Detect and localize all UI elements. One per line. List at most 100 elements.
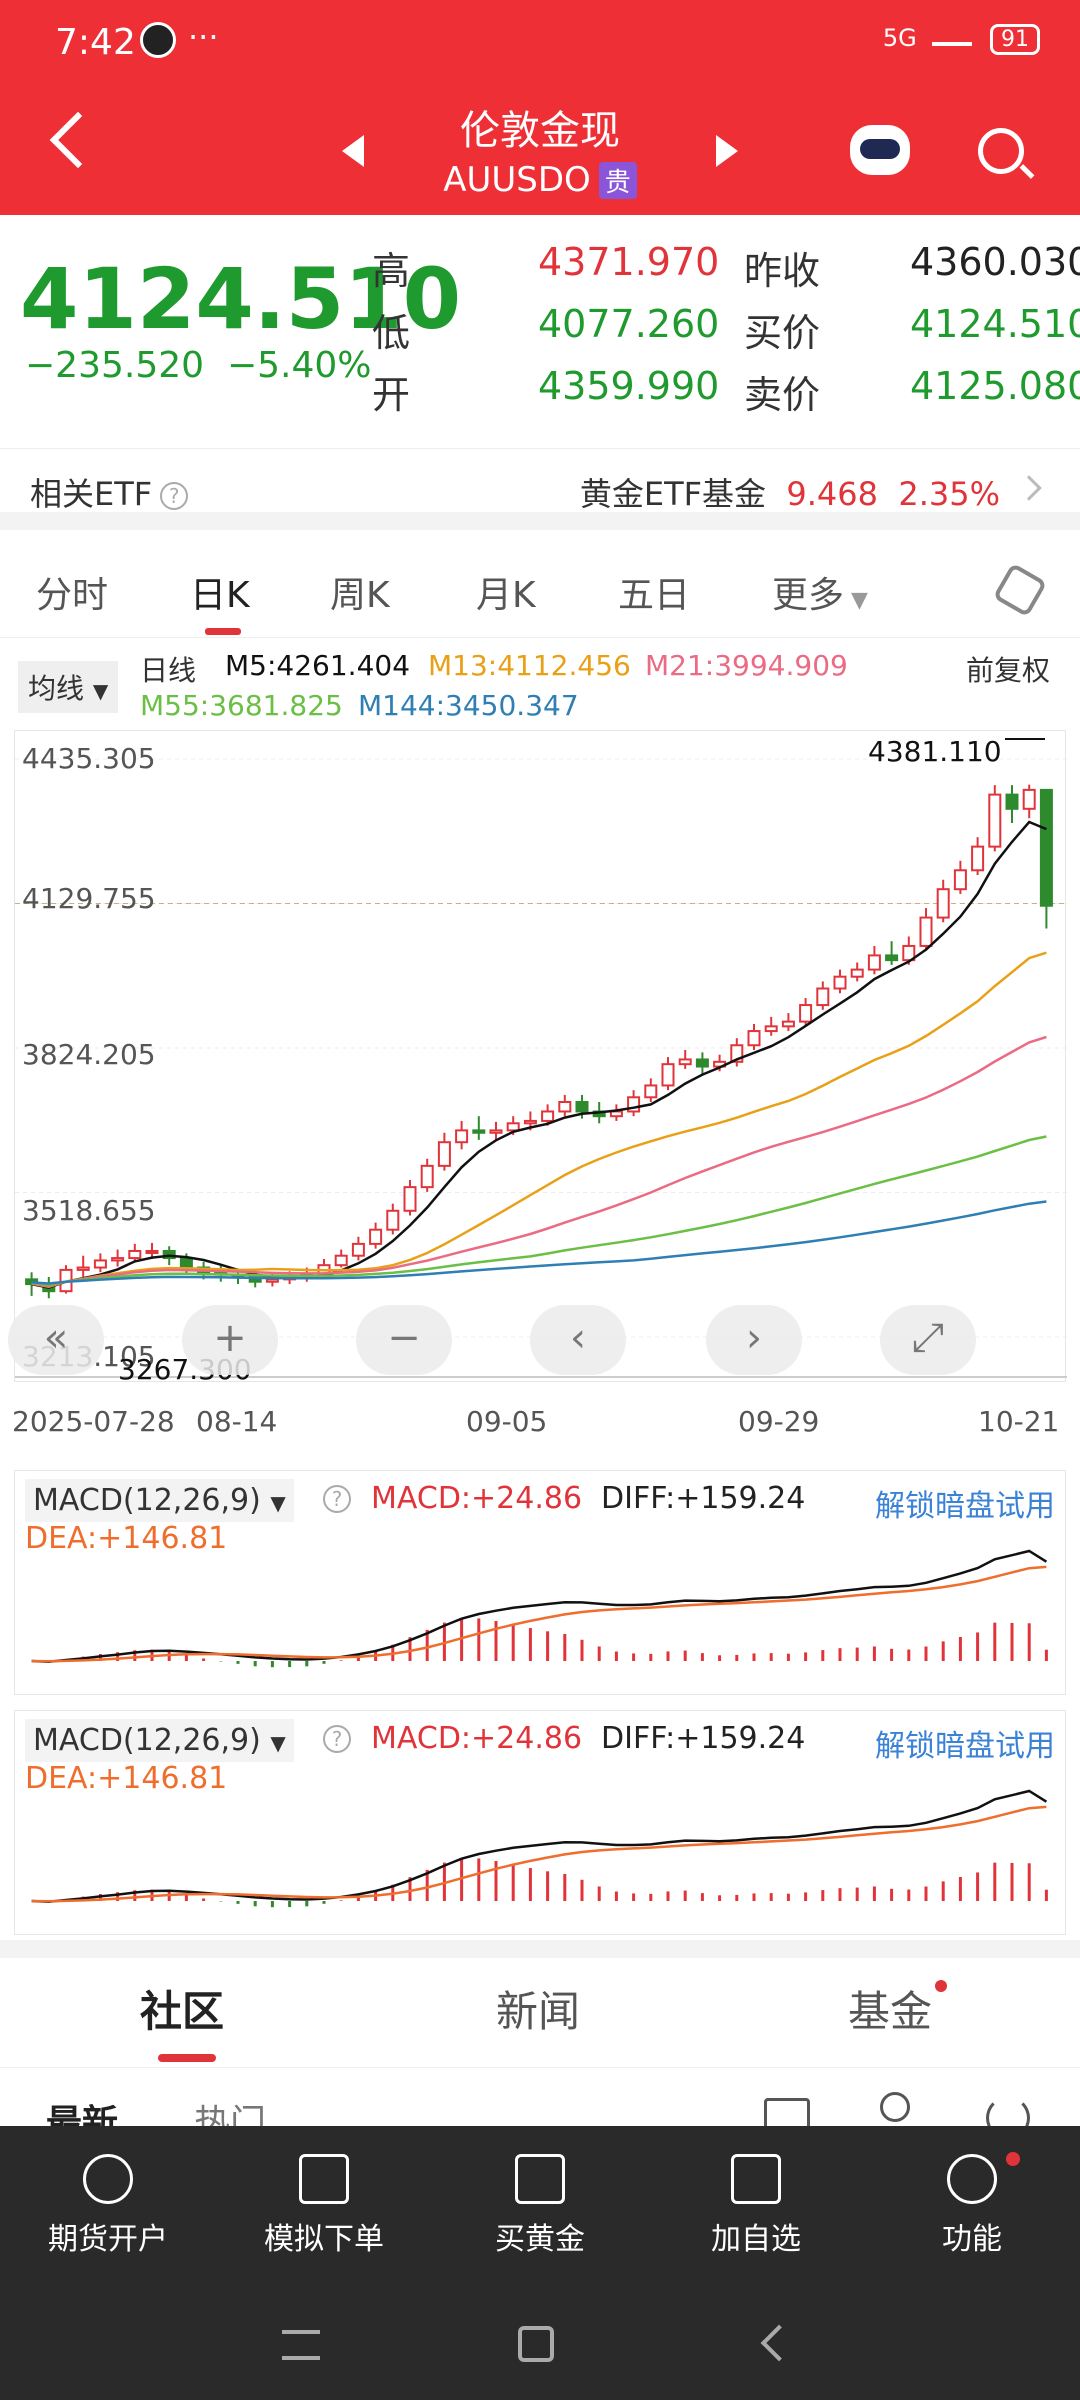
quote-label: 高 <box>372 249 411 293</box>
kline-chart[interactable] <box>14 730 1067 1382</box>
nav-label: 加自选 <box>711 2222 801 2257</box>
clock-icon <box>140 22 176 58</box>
candle <box>867 954 881 971</box>
x-label-3: 09-05 <box>466 1405 548 1438</box>
tab-monthly-k[interactable]: 月K <box>476 566 536 618</box>
candle <box>145 1249 159 1254</box>
status-time: 7:42 <box>55 22 136 63</box>
search-icon[interactable] <box>978 128 1024 174</box>
candle <box>678 1058 692 1066</box>
fullscreen-button[interactable]: ⤢ <box>880 1305 976 1375</box>
nav-label: 买黄金 <box>495 2222 585 2257</box>
nav-label: 功能 <box>942 2222 1002 2257</box>
candle <box>489 1129 503 1134</box>
status-more: ··· <box>188 18 219 56</box>
y-label-2: 4129.755 <box>22 882 156 915</box>
quote-label: 开 <box>372 373 411 417</box>
nav-buy-gold[interactable]: 买黄金 <box>460 2154 620 2258</box>
nav-sim-order[interactable]: 模拟下单 <box>244 2154 404 2258</box>
high-label: 4381.110 <box>868 735 1002 768</box>
refresh-icon[interactable] <box>986 2096 1030 2126</box>
ma-m144: M144:3450.347 <box>358 689 579 722</box>
candle <box>953 869 967 891</box>
ma-line-21 <box>31 1035 1047 1288</box>
candle <box>523 1119 537 1125</box>
macd-svg <box>31 1789 1048 1908</box>
tab-five-day[interactable]: 五日 <box>618 566 690 618</box>
candle <box>764 1025 778 1033</box>
candle <box>420 1164 434 1189</box>
section-divider <box>0 1940 1080 1958</box>
zoom-out-button[interactable]: − <box>356 1305 452 1375</box>
quote-value: 4077.260 <box>538 302 720 346</box>
instrument-title: 伦敦金现 <box>460 108 620 154</box>
ma-kind: 日线 <box>140 654 197 687</box>
system-nav-bar <box>0 2286 1080 2400</box>
quote-value: 4360.030 <box>910 240 1080 284</box>
change-value: −235.520 <box>25 345 205 386</box>
tab-daily-k[interactable]: 日K <box>190 566 250 618</box>
subtab-hot[interactable]: 热门 <box>194 2094 266 2126</box>
candle <box>369 1228 383 1245</box>
chevron-right-icon[interactable] <box>1016 475 1042 501</box>
candle <box>128 1249 142 1260</box>
x-label-4: 09-29 <box>738 1405 820 1438</box>
adjust-mode[interactable]: 前复权 <box>966 649 1050 689</box>
nav-futures-account[interactable]: 期货开户 <box>28 2154 188 2258</box>
ma-line-5 <box>31 820 1047 1289</box>
candle <box>971 845 985 872</box>
etf-pct: 2.35% <box>898 475 1000 513</box>
tab-weekly-k[interactable]: 周K <box>330 566 390 618</box>
assistant-robot-icon[interactable] <box>850 125 910 175</box>
menu-circle-icon <box>947 2154 997 2204</box>
macd-panel-1[interactable]: MACD(12,26,9) ▼ ? MACD:+24.86 DIFF:+159.… <box>14 1470 1066 1695</box>
tab-underline <box>205 628 241 635</box>
tab-community[interactable]: 社区 <box>140 1978 224 2039</box>
candle <box>1005 793 1019 810</box>
etf-fund: 黄金ETF基金 9.468 2.35% <box>580 469 1000 515</box>
back-icon[interactable] <box>760 2324 798 2362</box>
community-subtabs: 最新 热门 <box>0 2070 1080 2126</box>
signal-icon <box>932 22 973 46</box>
candle <box>472 1129 486 1134</box>
candle <box>334 1254 348 1267</box>
nav-add-watchlist[interactable]: 加自选 <box>676 2154 836 2258</box>
menu-icon[interactable] <box>282 2330 320 2360</box>
related-etf-row[interactable]: 相关ETF? 黄金ETF基金 9.468 2.35% <box>0 448 1080 530</box>
tab-news[interactable]: 新闻 <box>496 1978 580 2039</box>
scroll-right-button[interactable]: › <box>706 1305 802 1375</box>
top-bar: 7:42 ··· 5G 91 伦敦金现 AUUSDO 贵 <box>0 0 1080 215</box>
candle <box>541 1110 555 1122</box>
tab-intraday[interactable]: 分时 <box>36 566 108 618</box>
zoom-in-button[interactable]: + <box>182 1305 278 1375</box>
home-icon[interactable] <box>518 2326 554 2362</box>
candle <box>558 1101 572 1113</box>
candle <box>919 916 933 947</box>
user-icon[interactable] <box>880 2092 910 2122</box>
macd-panel-2[interactable]: MACD(12,26,9) ▼ ? MACD:+24.86 DIFF:+159.… <box>14 1710 1066 1935</box>
ma-selector[interactable]: 均线 ▼ <box>18 661 119 713</box>
tab-fund[interactable]: 基金 <box>848 1978 932 2039</box>
candle <box>747 1030 761 1047</box>
mail-icon[interactable] <box>764 2098 810 2126</box>
subtab-latest[interactable]: 最新 <box>46 2094 118 2126</box>
help-icon[interactable]: ? <box>160 482 189 510</box>
quote-label: 卖价 <box>744 373 821 417</box>
period-tabs: 分时 日K 周K 月K 五日 更多 ▼ <box>0 548 1080 638</box>
quote-value: 4359.990 <box>538 364 720 408</box>
price-change: −235.520 −5.40% <box>25 345 371 386</box>
x-label-2: 08-14 <box>196 1405 278 1438</box>
quote-label: 昨收 <box>744 249 821 293</box>
scroll-left-button[interactable]: ‹ <box>530 1305 626 1375</box>
candle <box>799 1004 813 1023</box>
scroll-left-fast-button[interactable]: « <box>8 1305 104 1375</box>
candle <box>403 1186 417 1212</box>
etf-price: 9.468 <box>786 475 878 513</box>
instrument-code-row: AUUSDO 贵 <box>0 160 1080 200</box>
tab-more[interactable]: 更多 ▼ <box>772 566 868 618</box>
diff-line <box>31 1549 1048 1664</box>
ma-legend: 均线 ▼ 日线 M5:4261.404 M13:4112.456 M21:399… <box>0 645 1080 725</box>
candle <box>695 1058 709 1068</box>
y-label-3: 3824.205 <box>22 1038 156 1071</box>
nav-functions[interactable]: 功能 <box>892 2154 1052 2258</box>
